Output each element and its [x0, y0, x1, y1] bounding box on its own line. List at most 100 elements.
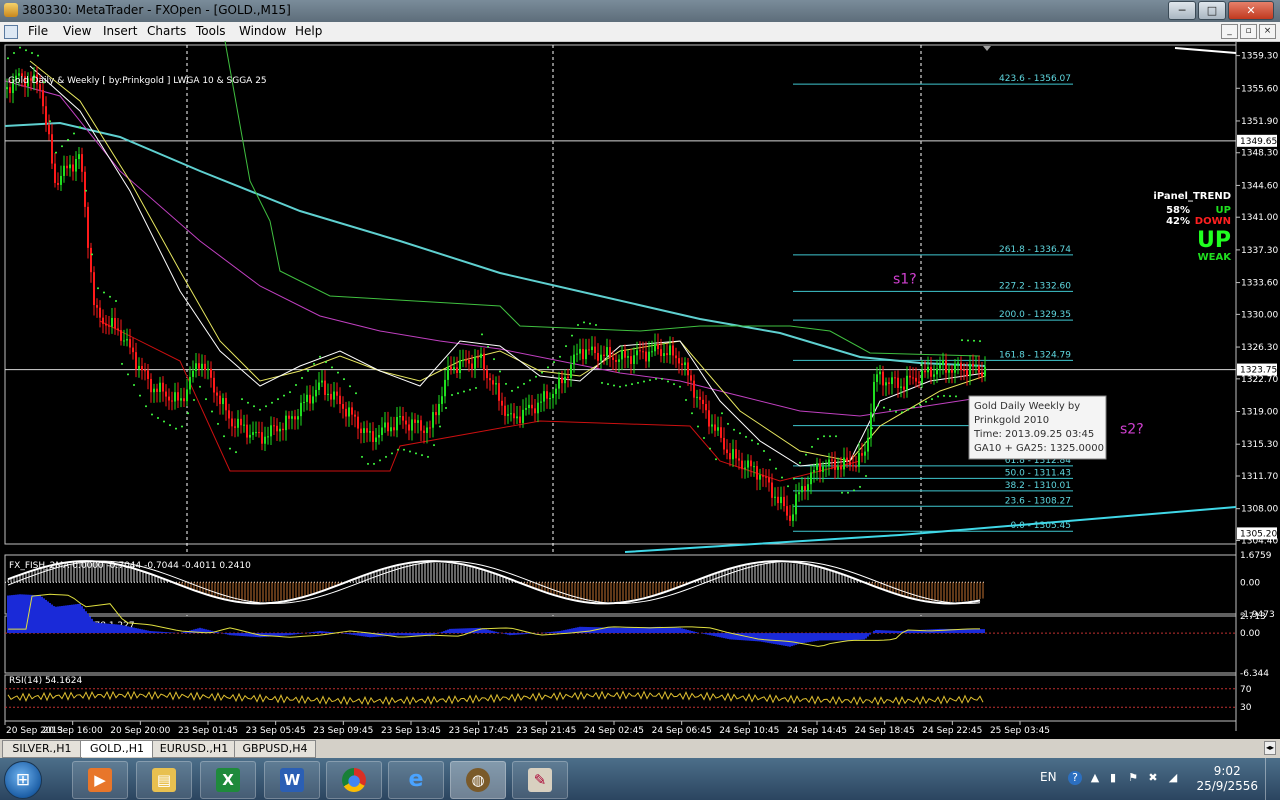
excel-icon: X [216, 768, 240, 792]
parabolic-sar-dot [355, 392, 357, 395]
taskbar-word[interactable]: W [264, 761, 320, 799]
candle-body [423, 430, 425, 433]
candle-body [786, 506, 788, 516]
parabolic-sar-dot [751, 439, 753, 442]
mdi-restore-button[interactable]: ▫ [1240, 24, 1257, 39]
parabolic-sar-dot [403, 448, 405, 451]
parabolic-sar-dot [871, 427, 873, 430]
candle-body [822, 466, 824, 472]
chart-tooltip-line: GA10 + GA25: 1325.0000 [974, 443, 1104, 454]
candle-body [138, 365, 140, 369]
candle-body [426, 427, 428, 433]
parabolic-sar-dot [721, 412, 723, 415]
candle-body [693, 380, 695, 398]
parabolic-sar-dot [955, 395, 957, 398]
menu-charts[interactable]: Charts [147, 24, 186, 38]
chart-canvas[interactable]: 1359.30 1355.60 1351.90 1348.30 1344.60 1341.… [0, 41, 1280, 739]
parabolic-sar-dot [373, 462, 375, 465]
network-icon[interactable]: ▮ [1106, 771, 1120, 785]
candle-body [93, 272, 95, 306]
tab-scroll-arrows[interactable]: ◂▸ [1264, 741, 1276, 755]
metatrader-app-icon[interactable] [4, 3, 18, 17]
candle-body [417, 420, 419, 423]
price-tick-label: 1311.70 [1241, 472, 1278, 482]
candle-body [672, 345, 674, 356]
candle-body [342, 404, 344, 409]
menu-view[interactable]: View [63, 24, 91, 38]
parabolic-sar-dot [703, 437, 705, 440]
taskbar-paint[interactable]: ✎ [512, 761, 568, 799]
candle-body [225, 398, 227, 411]
candle-body [906, 375, 908, 390]
system-tray: EN ? ▲ ▮ ⚑ ✖ ◢ 9:02 25/9/2556 [1030, 758, 1280, 800]
candle-body [135, 352, 137, 369]
clock[interactable]: 9:02 25/9/2556 [1196, 764, 1258, 794]
candle-body [261, 432, 263, 444]
taskbar-chrome[interactable]: ● [326, 761, 382, 799]
flag-icon[interactable]: ⚑ [1126, 771, 1140, 785]
language-indicator[interactable]: EN [1040, 770, 1057, 784]
candle-body [708, 410, 710, 427]
document-icon[interactable] [4, 25, 18, 39]
time-tick-label: 23 Sep 21:45 [516, 726, 576, 736]
candle-body [864, 451, 866, 456]
taskbar: ⊞ ▶ ▤ X W ● e ◍ ✎ EN ? ▲ ▮ ⚑ ✖ ◢ 9:02 25… [0, 758, 1280, 800]
tab-eurusd-h1[interactable]: EURUSD.,H1 [152, 740, 236, 758]
taskbar-internet-explorer[interactable]: e [388, 761, 444, 799]
parabolic-sar-dot [733, 428, 735, 431]
tab-gbpusd-h4[interactable]: GBPUSD,H4 [234, 740, 316, 758]
candle-body [510, 413, 512, 415]
minimize-button[interactable]: ─ [1168, 1, 1196, 20]
taskbar-metatrader[interactable]: ◍ [450, 761, 506, 799]
candle-body [96, 305, 98, 308]
candle-body [564, 376, 566, 384]
parabolic-sar-dot [661, 377, 663, 380]
candle-body [984, 366, 986, 377]
tab-silver-h1[interactable]: SILVER.,H1 [2, 740, 82, 758]
start-button[interactable]: ⊞ [4, 761, 42, 799]
candle-body [372, 431, 374, 442]
parabolic-sar-dot [481, 333, 483, 336]
parabolic-sar-dot [685, 399, 687, 402]
candle-body [741, 460, 743, 469]
candle-body [339, 395, 341, 405]
candle-body [825, 465, 827, 467]
taskbar-excel[interactable]: X [200, 761, 256, 799]
volume-muted-icon[interactable]: ✖ [1146, 771, 1160, 785]
candle-body [606, 347, 608, 356]
maximize-button[interactable]: □ [1198, 1, 1226, 20]
candle-body [759, 474, 761, 480]
parabolic-sar-dot [391, 452, 393, 455]
candle-body [111, 317, 113, 327]
window-titlebar[interactable]: 380330: MetaTrader - FXOpen - [GOLD.,M15… [0, 0, 1280, 22]
tab-gold-h1[interactable]: GOLD.,H1 [80, 740, 154, 757]
fibonacci-level-label: 423.6 - 1356.07 [999, 74, 1071, 84]
help-icon[interactable]: ? [1068, 771, 1082, 785]
signal-icon[interactable]: ◢ [1166, 771, 1180, 785]
candle-body [762, 474, 764, 477]
taskbar-explorer[interactable]: ▤ [136, 761, 192, 799]
mdi-minimize-button[interactable]: _ [1221, 24, 1238, 39]
menu-file[interactable]: File [28, 24, 48, 38]
taskbar-media-player[interactable]: ▶ [72, 761, 128, 799]
candle-body [795, 494, 797, 515]
fibonacci-level-label: 261.8 - 1336.74 [999, 245, 1071, 255]
candle-body [528, 404, 530, 409]
menu-tools[interactable]: Tools [196, 24, 226, 38]
candle-body [159, 382, 161, 392]
show-desktop-button[interactable] [1265, 758, 1280, 800]
parabolic-sar-dot [793, 477, 795, 480]
chart-tooltip-line: Gold Daily Weekly by [974, 401, 1080, 412]
candle-body [969, 363, 971, 377]
candle-body [816, 463, 818, 471]
candle-body [603, 354, 605, 356]
menu-window[interactable]: Window [239, 24, 286, 38]
menu-help[interactable]: Help [295, 24, 322, 38]
candle-body [69, 164, 71, 169]
tray-arrow-icon[interactable]: ▲ [1088, 771, 1102, 785]
candle-body [219, 395, 221, 405]
mdi-close-button[interactable]: × [1259, 24, 1276, 39]
close-button[interactable]: ✕ [1228, 1, 1274, 20]
menu-insert[interactable]: Insert [103, 24, 137, 38]
parabolic-sar-dot [55, 151, 57, 154]
